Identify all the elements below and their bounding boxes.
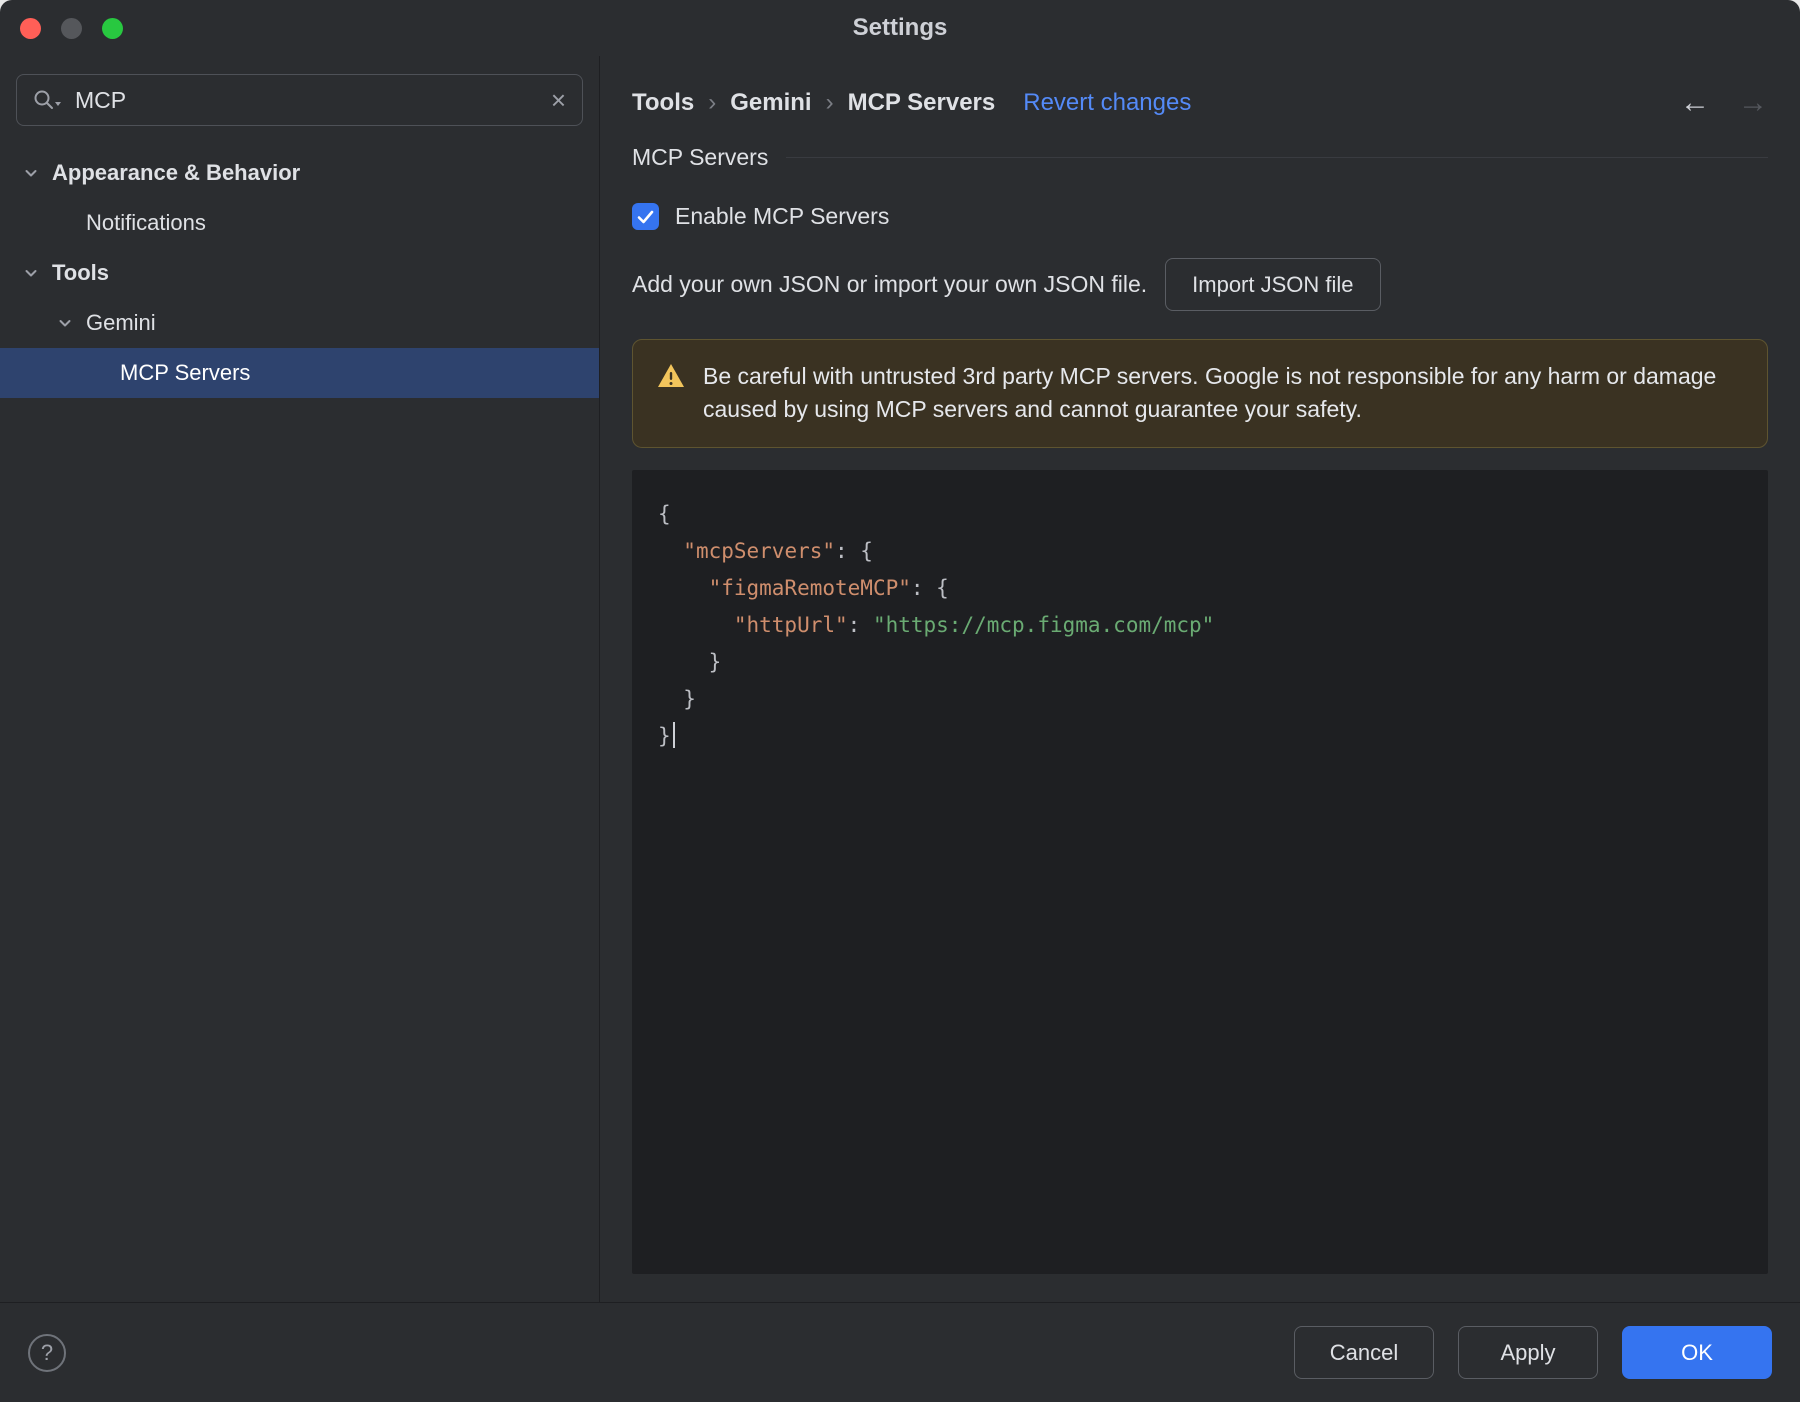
forward-arrow-icon: → — [1738, 86, 1768, 119]
settings-tree: Appearance & Behavior Notifications Tools G… — [0, 148, 599, 398]
sidebar-item-appearance-behavior[interactable]: Appearance & Behavior — [0, 148, 599, 198]
import-json-button[interactable]: Import JSON file — [1165, 258, 1381, 311]
code-token-punct: } — [658, 649, 722, 674]
code-token-punct — [658, 576, 709, 600]
traffic-lights — [20, 0, 123, 56]
breadcrumb: Tools › Gemini › MCP Servers Revert chan… — [632, 86, 1768, 120]
chevron-down-icon[interactable] — [22, 164, 52, 182]
settings-sidebar: × Appearance & Behavior Notifications Tool… — [0, 56, 600, 1302]
section-title: MCP Servers — [632, 144, 769, 170]
mcp-servers-panel: Tools › Gemini › MCP Servers Revert chan… — [600, 56, 1800, 1302]
code-token-punct: : { — [910, 575, 949, 600]
sidebar-item-label: MCP Servers — [120, 360, 251, 385]
section-divider — [786, 157, 1768, 158]
titlebar: Settings — [0, 0, 1800, 56]
enable-mcp-label: Enable MCP Servers — [675, 203, 890, 229]
content-area: × Appearance & Behavior Notifications Tool… — [0, 56, 1800, 1302]
add-json-row: Add your own JSON or import your own JSO… — [632, 258, 1768, 311]
sidebar-item-label: Gemini — [86, 310, 156, 335]
code-token-punct: } — [658, 686, 696, 711]
close-window-button[interactable] — [20, 17, 41, 39]
sidebar-item-label: Appearance & Behavior — [52, 160, 301, 185]
warning-banner: Be careful with untrusted 3rd party MCP … — [632, 339, 1768, 448]
mcp-json-editor[interactable]: { "mcpServers": { "figmaRemoteMCP": { "h… — [632, 469, 1768, 1274]
checkmark-icon — [637, 210, 654, 223]
breadcrumb-item-tools[interactable]: Tools — [632, 89, 694, 117]
sidebar-item-notifications[interactable]: Notifications — [0, 198, 599, 248]
settings-search-box[interactable]: × — [16, 74, 583, 126]
ok-button[interactable]: OK — [1622, 1326, 1772, 1379]
code-token-punct: } — [658, 723, 671, 748]
code-token-punct: : { — [835, 538, 873, 563]
apply-button[interactable]: Apply — [1458, 1326, 1598, 1379]
warning-text: Be careful with untrusted 3rd party MCP … — [703, 363, 1717, 423]
enable-mcp-checkbox[interactable] — [632, 203, 659, 230]
clear-search-icon[interactable]: × — [551, 87, 566, 113]
breadcrumb-separator-icon: › — [825, 89, 834, 116]
code-token-punct — [658, 613, 734, 637]
zoom-window-button[interactable] — [102, 17, 123, 39]
code-token-key: "mcpServers" — [683, 538, 836, 563]
search-icon[interactable] — [33, 89, 63, 111]
cancel-button[interactable]: Cancel — [1294, 1326, 1434, 1379]
breadcrumb-item-mcp-servers: MCP Servers — [847, 89, 996, 116]
chevron-down-icon[interactable] — [22, 264, 52, 282]
code-line: { — [658, 496, 1742, 533]
sidebar-item-label: Tools — [52, 260, 110, 285]
enable-mcp-row[interactable]: Enable MCP Servers — [632, 203, 1768, 230]
code-token-key: "httpUrl" — [733, 612, 848, 637]
help-icon: ? — [40, 1339, 54, 1365]
history-nav: ← → — [1680, 86, 1768, 120]
back-arrow-icon[interactable]: ← — [1680, 86, 1710, 120]
search-input[interactable] — [75, 86, 539, 114]
code-line: "httpUrl": "https://mcp.figma.com/mcp" — [658, 607, 1742, 644]
code-token-string: "https://mcp.figma.com/mcp" — [872, 612, 1215, 637]
section-header: MCP Servers — [632, 144, 1768, 171]
window-title: Settings — [852, 14, 948, 41]
warning-icon — [658, 364, 684, 387]
dialog-footer: ? Cancel Apply OK — [0, 1302, 1800, 1402]
code-line: "figmaRemoteMCP": { — [658, 570, 1742, 607]
sidebar-item-tools[interactable]: Tools — [0, 248, 599, 298]
code-token-key: "figmaRemoteMCP" — [708, 575, 911, 600]
code-line: } — [658, 681, 1742, 718]
minimize-window-button[interactable] — [61, 17, 82, 39]
code-token-punct: { — [658, 501, 671, 526]
add-json-text: Add your own JSON or import your own JSO… — [632, 271, 1148, 297]
sidebar-item-mcp-servers[interactable]: MCP Servers — [0, 348, 599, 398]
help-button[interactable]: ? — [28, 1333, 66, 1372]
breadcrumb-separator-icon: › — [708, 89, 717, 116]
code-token-punct — [658, 539, 683, 563]
breadcrumb-item-gemini[interactable]: Gemini — [730, 89, 811, 117]
code-line: } — [658, 644, 1742, 681]
sidebar-item-label: Notifications — [86, 210, 206, 235]
revert-changes-link[interactable]: Revert changes — [1023, 89, 1191, 117]
text-cursor — [672, 721, 675, 748]
chevron-down-icon[interactable] — [56, 314, 86, 332]
code-line: } — [658, 718, 1742, 755]
sidebar-item-gemini[interactable]: Gemini — [0, 298, 599, 348]
code-line: "mcpServers": { — [658, 533, 1742, 570]
code-token-punct: : — [847, 612, 873, 637]
settings-window: Settings × Appearance & Behavior Notifica… — [0, 0, 1800, 1402]
